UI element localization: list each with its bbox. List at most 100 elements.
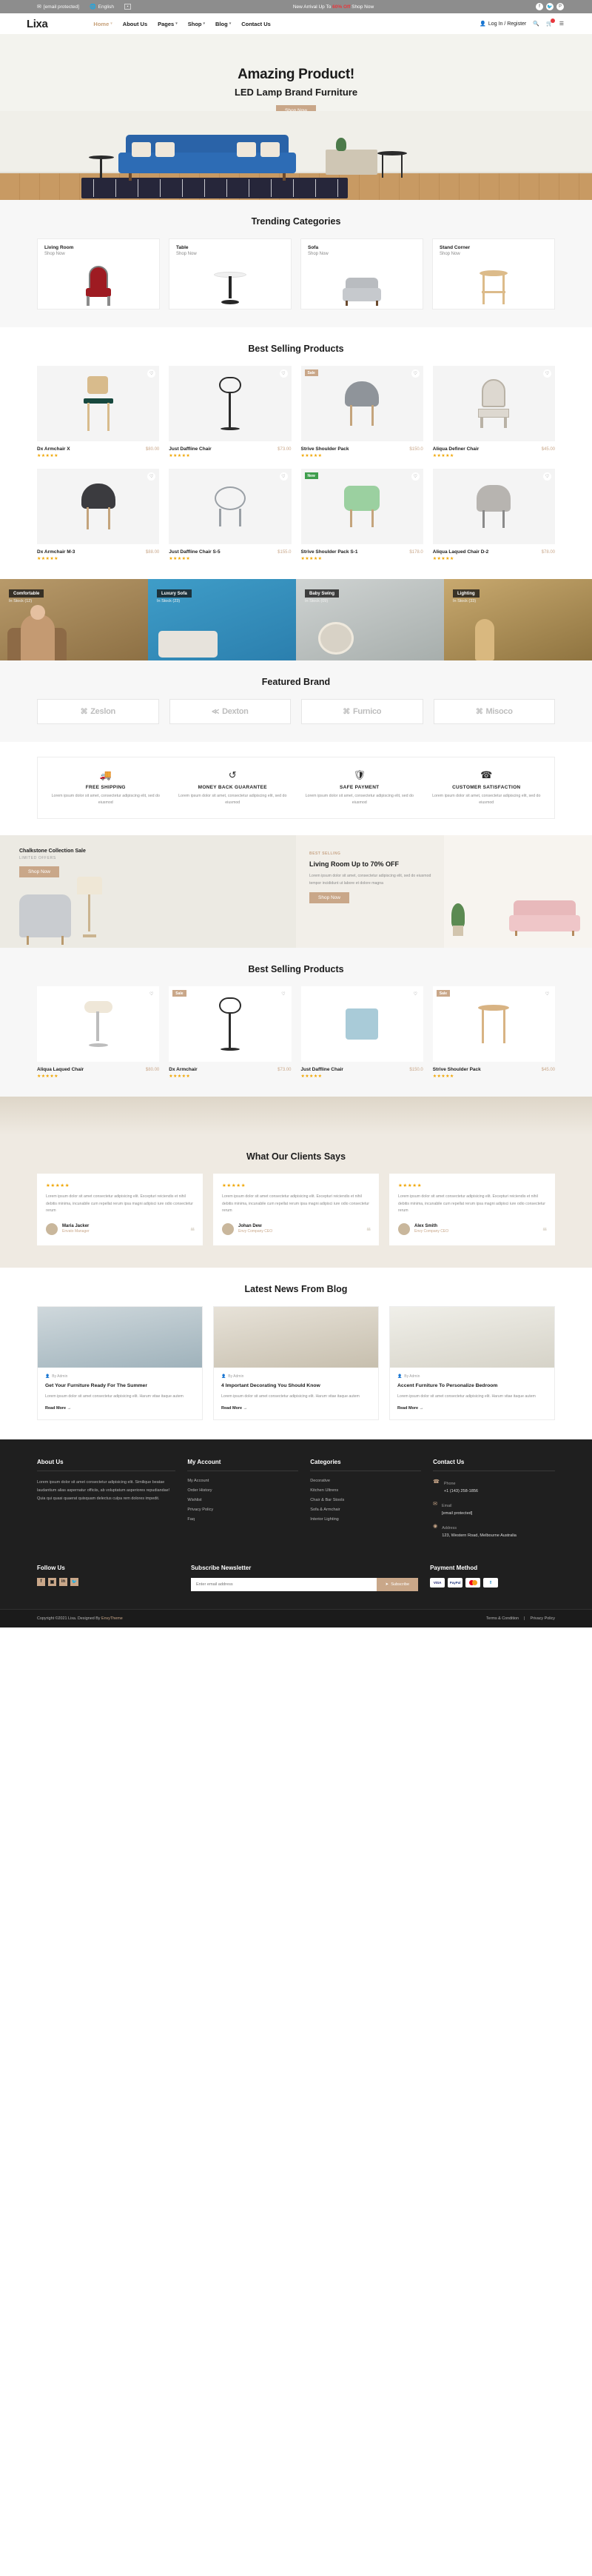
blog-card[interactable]: 👤 By Admin Accent Furniture To Personaliz…	[389, 1305, 555, 1421]
privacy-link[interactable]: Privacy Policy	[530, 1616, 555, 1621]
twitter-icon[interactable]: 🐦	[546, 3, 554, 10]
category-shop-link[interactable]: Shop Now	[440, 252, 548, 256]
brand-card[interactable]: ≪ Dexton	[169, 699, 291, 724]
brand-name: Dexton	[222, 707, 249, 716]
product-card[interactable]: ♡ Aliqua Laqued Chair D-2 $78.00 ★★★★★	[432, 469, 555, 561]
wishlist-icon[interactable]: ♡	[147, 990, 156, 998]
brand-card[interactable]: ⌘ Furnico	[301, 699, 423, 724]
footer-link-interior-lighting[interactable]: Interior Lighting	[310, 1517, 421, 1522]
category-card[interactable]: Stand Corner Shop Now	[432, 238, 555, 310]
promo-cell-baby-swing[interactable]: Baby Swing In Stock (09)	[296, 579, 444, 660]
footer-link-kitchen[interactable]: Kitchen Ultrens	[310, 1488, 421, 1493]
product-image: Sale ♡	[432, 986, 555, 1062]
twitter-icon[interactable]: 🐦	[70, 1577, 78, 1586]
product-card[interactable]: New ♡ Strive Shoulder Pack S-1 $178.0 ★★★…	[300, 469, 423, 561]
footer-link-faq[interactable]: Faq	[187, 1517, 298, 1522]
footer-link-sofa-armchair[interactable]: Sofa & Armchair	[310, 1508, 421, 1512]
footer-link-order-history[interactable]: Order History	[187, 1488, 298, 1493]
nav-item-about[interactable]: About Us	[123, 21, 147, 27]
flag-icon[interactable]: ▪	[124, 4, 131, 10]
site-logo[interactable]: Lixa	[27, 18, 48, 30]
blog-section: Latest News From Blog 👤 By Admin Get Your…	[0, 1268, 592, 1439]
login-register-link[interactable]: 👤 Log In / Register	[480, 21, 526, 27]
wishlist-icon[interactable]: ♡	[279, 369, 288, 378]
designer-link[interactable]: EnvyTheme	[101, 1616, 123, 1621]
linkedin-icon[interactable]: in	[59, 1577, 67, 1586]
wishlist-icon[interactable]: ♡	[411, 472, 420, 481]
blog-read-more[interactable]: Read More →	[397, 1406, 547, 1411]
nav-item-shop[interactable]: Shop ▾	[188, 21, 205, 27]
hamburger-icon[interactable]: ☰	[559, 21, 564, 27]
wishlist-icon[interactable]: ♡	[147, 472, 156, 481]
blog-title[interactable]: Get Your Furniture Ready For The Summer	[45, 1382, 195, 1390]
blog-title[interactable]: 4 Important Decorating You Should Know	[221, 1382, 371, 1390]
product-card[interactable]: Sale ♡ Dx Armchair $73.00 ★★★★★	[169, 986, 292, 1079]
category-card[interactable]: Sofa Shop Now	[300, 238, 423, 310]
product-card[interactable]: ♡ Just Daffline Chair $73.00 ★★★★★	[169, 366, 292, 458]
wishlist-icon[interactable]: ♡	[411, 369, 420, 378]
blog-title[interactable]: Accent Furniture To Personalize Bedroom	[397, 1382, 547, 1390]
nav-item-pages[interactable]: Pages ▾	[158, 21, 178, 27]
contact-value[interactable]: [email protected]	[442, 1511, 472, 1517]
product-name: Dx Armchair X	[37, 446, 70, 452]
category-shop-link[interactable]: Shop Now	[44, 252, 152, 256]
category-card[interactable]: Table Shop Now	[169, 238, 292, 310]
pinterest-icon[interactable]: P	[556, 3, 564, 10]
product-card[interactable]: ♡ Aliqua Definer Chair $45.00 ★★★★★	[432, 366, 555, 458]
nav-item-contact[interactable]: Contact Us	[241, 21, 271, 27]
sale-banner-right[interactable]: BEST SELLING Living Room Up to 70% OFF L…	[296, 835, 592, 948]
footer-link-my-account[interactable]: My Account	[187, 1479, 298, 1483]
footer-link-chair-bar-stools[interactable]: Chair & Bar Stools	[310, 1498, 421, 1502]
product-card[interactable]: Sale ♡ Strive Shoulder Pack $150.0 ★★★★★	[300, 366, 423, 458]
blog-read-more[interactable]: Read More →	[221, 1406, 371, 1411]
product-card[interactable]: ♡ Dx Armchair M-3 $88.00 ★★★★★	[37, 469, 160, 561]
terms-link[interactable]: Terms & Condition	[486, 1616, 519, 1621]
blog-read-more[interactable]: Read More →	[45, 1406, 195, 1411]
product-card[interactable]: ♡ Just Daffline Chair S-5 $155.0 ★★★★★	[169, 469, 292, 561]
wishlist-icon[interactable]: ♡	[279, 990, 288, 998]
facebook-icon[interactable]: f	[536, 3, 543, 10]
contact-value[interactable]: +1 (143) 258-1856	[444, 1488, 478, 1495]
product-card[interactable]: ♡ Just Daffline Chair $150.0 ★★★★★	[300, 986, 423, 1079]
wishlist-icon[interactable]: ♡	[543, 472, 551, 481]
promo-cell-lighting[interactable]: Lighting In Stock (33)	[444, 579, 592, 660]
wishlist-icon[interactable]: ♡	[411, 990, 420, 998]
wishlist-icon[interactable]: ♡	[147, 369, 156, 378]
sale-banner-left[interactable]: Chalkstone Collection Sale LIMITED OFFER…	[0, 835, 296, 948]
newsletter-email-input[interactable]	[190, 1577, 377, 1591]
category-image	[38, 260, 159, 306]
wishlist-icon[interactable]: ♡	[279, 472, 288, 481]
nav-item-blog[interactable]: Blog ▾	[215, 21, 231, 27]
search-icon[interactable]: 🔍	[533, 21, 539, 27]
brand-card[interactable]: ⌘ Zeslon	[37, 699, 159, 724]
instagram-icon[interactable]: ▣	[48, 1577, 56, 1586]
topbar-promo[interactable]: New Arrival Up To 60% Off Shop Now	[131, 4, 536, 10]
sale-left-shop-button[interactable]: Shop Now	[19, 866, 59, 877]
brand-mark-icon: ⌘	[80, 707, 88, 716]
blog-card[interactable]: 👤 By Admin 4 Important Decorating You Sho…	[213, 1305, 379, 1421]
topbar-email-text: [email protected]	[43, 4, 79, 10]
brand-card[interactable]: ⌘ Misoco	[433, 699, 555, 724]
footer-link-decorative[interactable]: Decorative	[310, 1479, 421, 1483]
promo-cell-luxury-sofa[interactable]: Luxury Sofa In Stock (23)	[148, 579, 296, 660]
wishlist-icon[interactable]: ♡	[543, 369, 551, 378]
sale-right-shop-button[interactable]: Shop Now	[309, 891, 349, 903]
product-card[interactable]: ♡ Dx Armchair X $80.00 ★★★★★	[37, 366, 160, 458]
facebook-icon[interactable]: f	[37, 1577, 45, 1586]
nav-item-home[interactable]: Home ▾	[93, 21, 112, 27]
topbar-email[interactable]: ✉ [email protected]	[37, 4, 79, 10]
blog-card[interactable]: 👤 By Admin Get Your Furniture Ready For T…	[37, 1305, 203, 1421]
language-selector[interactable]: 🌐 English	[90, 4, 114, 10]
newsletter-subscribe-button[interactable]: ➤ Subscribe	[376, 1577, 419, 1591]
category-card[interactable]: Living Room Shop Now	[37, 238, 160, 310]
footer-link-wishlist[interactable]: Wishlist	[187, 1498, 298, 1502]
category-shop-link[interactable]: Shop Now	[308, 252, 416, 256]
product-card[interactable]: Sale ♡ Strive Shoulder Pack $45.00 ★★★★★	[432, 986, 555, 1079]
footer-link-privacy-policy[interactable]: Privacy Policy	[187, 1508, 298, 1512]
category-shop-link[interactable]: Shop Now	[176, 252, 284, 256]
wishlist-icon[interactable]: ♡	[543, 990, 551, 998]
product-badge: New	[304, 472, 318, 479]
promo-cell-comfortable[interactable]: Comfortable In Stock (12)	[0, 579, 148, 660]
cart-icon[interactable]: 🛒	[546, 19, 555, 27]
product-card[interactable]: ♡ Aliqua Laqued Chair $80.00 ★★★★★	[37, 986, 160, 1079]
